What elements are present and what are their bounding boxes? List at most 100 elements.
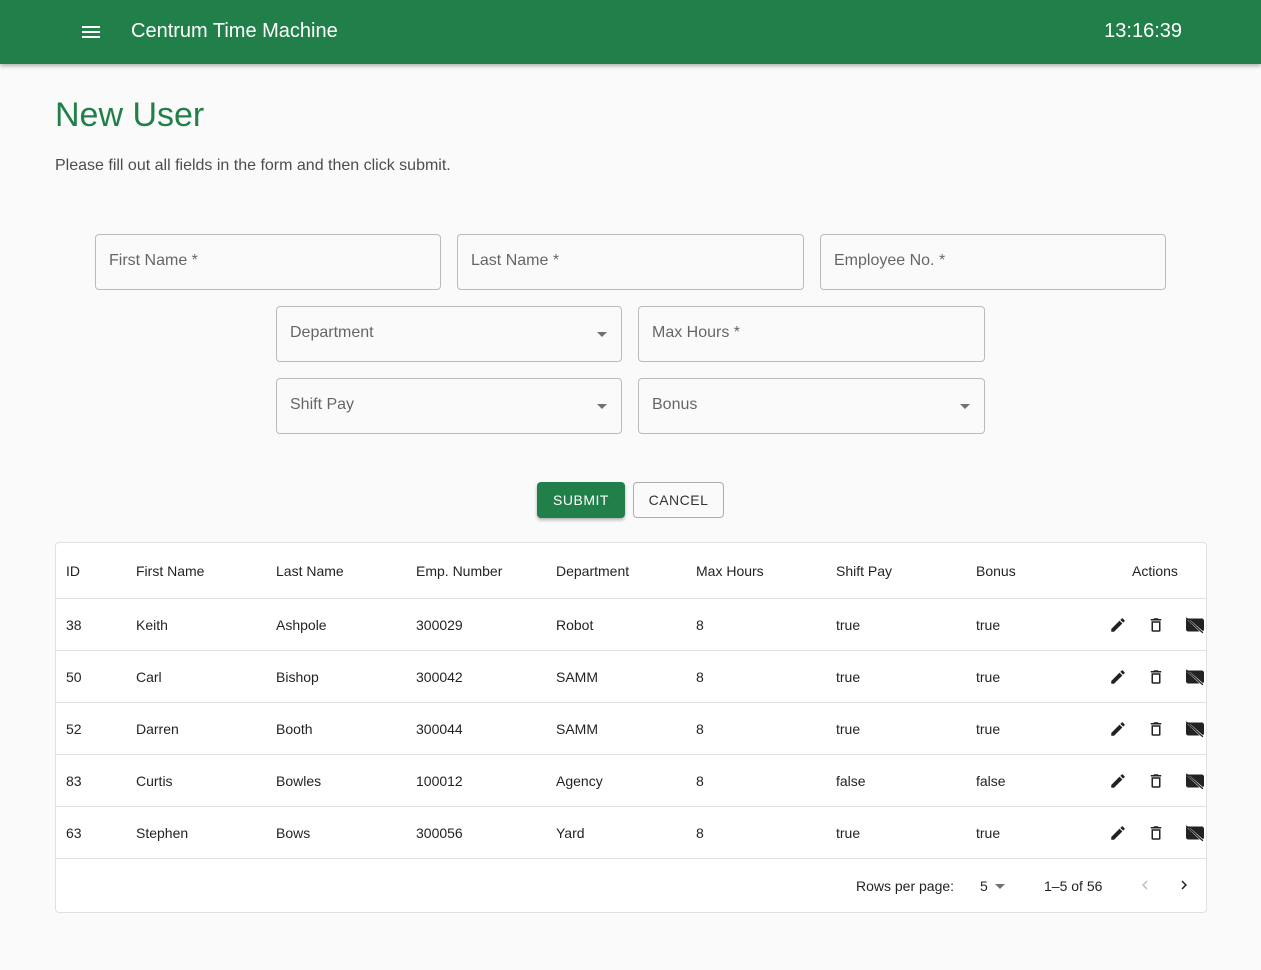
last-name-field[interactable]: Last Name * bbox=[457, 234, 804, 290]
table-cell: Robot bbox=[556, 616, 594, 633]
table-cell: Bishop bbox=[276, 668, 319, 685]
table-cell: false bbox=[976, 772, 1006, 789]
submit-button[interactable]: SUBMIT bbox=[537, 482, 625, 518]
edit-icon[interactable] bbox=[1109, 616, 1127, 634]
table-cell: true bbox=[836, 668, 861, 685]
table-pagination: Rows per page: 5 1–5 of 56 bbox=[56, 860, 1206, 912]
table-cell: true bbox=[976, 668, 1001, 685]
table-cell: Darren bbox=[136, 720, 179, 737]
dropdown-arrow-icon bbox=[597, 404, 607, 409]
rows-per-page-label: Rows per page: bbox=[856, 878, 955, 894]
app-title: Centrum Time Machine bbox=[131, 20, 338, 42]
label: Bonus bbox=[652, 396, 698, 413]
delete-icon[interactable] bbox=[1147, 616, 1165, 634]
rows-per-page-select[interactable]: 5 bbox=[980, 878, 988, 894]
users-table: ID First Name Last Name Emp. Number Departme… bbox=[55, 542, 1207, 913]
table-cell: 8 bbox=[696, 824, 704, 841]
edit-icon[interactable] bbox=[1109, 720, 1127, 738]
table-cell: 8 bbox=[696, 616, 704, 633]
chevron-down-icon bbox=[995, 884, 1005, 889]
delete-icon[interactable] bbox=[1147, 720, 1165, 738]
column-header[interactable]: Department bbox=[556, 563, 629, 579]
table-cell: 300029 bbox=[416, 616, 463, 633]
table-cell: false bbox=[836, 772, 866, 789]
edit-icon[interactable] bbox=[1109, 668, 1127, 686]
table-row: 50 Carl Bishop 300042 SAMM 8 true true bbox=[56, 651, 1206, 703]
table-cell: true bbox=[976, 720, 1001, 737]
table-cell: 100012 bbox=[416, 772, 463, 789]
column-header[interactable]: First Name bbox=[136, 563, 204, 579]
max-hours-field[interactable]: Max Hours * bbox=[638, 306, 985, 362]
table-cell: 300056 bbox=[416, 824, 463, 841]
card-off-icon[interactable] bbox=[1185, 719, 1205, 739]
column-header[interactable]: ID bbox=[66, 563, 80, 579]
column-header: Actions bbox=[1132, 562, 1178, 579]
first-name-field[interactable]: First Name * bbox=[95, 234, 441, 290]
edit-icon[interactable] bbox=[1109, 824, 1127, 842]
dropdown-arrow-icon bbox=[597, 332, 607, 337]
table-cell: Bows bbox=[276, 824, 311, 841]
table-cell: Stephen bbox=[136, 824, 189, 841]
previous-page-button[interactable] bbox=[1136, 876, 1154, 894]
label: Max Hours * bbox=[652, 324, 741, 341]
dropdown-arrow-icon bbox=[960, 404, 970, 409]
table-cell: 8 bbox=[696, 772, 704, 789]
table-cell: true bbox=[836, 824, 861, 841]
menu-icon[interactable] bbox=[80, 24, 102, 40]
cancel-button[interactable]: CANCEL bbox=[633, 482, 724, 518]
table-cell: 52 bbox=[66, 720, 82, 737]
table-cell: SAMM bbox=[556, 668, 598, 685]
card-off-icon[interactable] bbox=[1185, 823, 1205, 843]
label: Last Name * bbox=[471, 252, 560, 269]
column-header[interactable]: Last Name bbox=[276, 563, 344, 579]
page-subtitle: Please fill out all fields in the form a… bbox=[55, 157, 451, 174]
delete-icon[interactable] bbox=[1147, 772, 1165, 790]
page-range: 1–5 of 56 bbox=[1044, 878, 1103, 894]
table-cell: Yard bbox=[556, 824, 585, 841]
table-row: 38 Keith Ashpole 300029 Robot 8 true true bbox=[56, 599, 1206, 651]
table-cell: Booth bbox=[276, 720, 313, 737]
app-bar: Centrum Time Machine 13:16:39 bbox=[0, 0, 1261, 64]
delete-icon[interactable] bbox=[1147, 668, 1165, 686]
table-cell: 300044 bbox=[416, 720, 463, 737]
table-cell: true bbox=[976, 616, 1001, 633]
shift-pay-select[interactable]: Shift Pay bbox=[276, 378, 622, 434]
label: Department bbox=[290, 324, 374, 341]
table-cell: 300042 bbox=[416, 668, 463, 685]
table-cell: true bbox=[836, 616, 861, 633]
bonus-select[interactable]: Bonus bbox=[638, 378, 985, 434]
card-off-icon[interactable] bbox=[1185, 771, 1205, 791]
table-cell: true bbox=[836, 720, 861, 737]
table-cell: 63 bbox=[66, 824, 82, 841]
column-header[interactable]: Max Hours bbox=[696, 563, 764, 579]
card-off-icon[interactable] bbox=[1185, 667, 1205, 687]
label: Employee No. * bbox=[834, 252, 946, 269]
table-row: 83 Curtis Bowles 100012 Agency 8 false false bbox=[56, 755, 1206, 807]
card-off-icon[interactable] bbox=[1185, 615, 1205, 635]
edit-icon[interactable] bbox=[1109, 772, 1127, 790]
table-cell: Curtis bbox=[136, 772, 173, 789]
table-cell: true bbox=[976, 824, 1001, 841]
column-header[interactable]: Emp. Number bbox=[416, 563, 502, 579]
table-cell: Keith bbox=[136, 616, 168, 633]
column-header[interactable]: Bonus bbox=[976, 563, 1016, 579]
table-header-row: ID First Name Last Name Emp. Number Departme… bbox=[56, 543, 1206, 599]
table-cell: Ashpole bbox=[276, 616, 327, 633]
label: First Name * bbox=[109, 252, 198, 269]
table-row: 63 Stephen Bows 300056 Yard 8 true true bbox=[56, 807, 1206, 859]
table-cell: 8 bbox=[696, 720, 704, 737]
table-cell: 50 bbox=[66, 668, 82, 685]
employee-no-field[interactable]: Employee No. * bbox=[820, 234, 1166, 290]
clock: 13:16:39 bbox=[1104, 20, 1182, 42]
column-header[interactable]: Shift Pay bbox=[836, 563, 892, 579]
table-cell: 83 bbox=[66, 772, 82, 789]
next-page-button[interactable] bbox=[1175, 876, 1193, 894]
department-select[interactable]: Department bbox=[276, 306, 622, 362]
table-cell: Bowles bbox=[276, 772, 322, 789]
label: Shift Pay bbox=[290, 396, 355, 413]
table-cell: SAMM bbox=[556, 720, 598, 737]
table-row: 52 Darren Booth 300044 SAMM 8 true true bbox=[56, 703, 1206, 755]
delete-icon[interactable] bbox=[1147, 824, 1165, 842]
table-cell: 38 bbox=[66, 616, 82, 633]
table-cell: Agency bbox=[556, 772, 603, 789]
